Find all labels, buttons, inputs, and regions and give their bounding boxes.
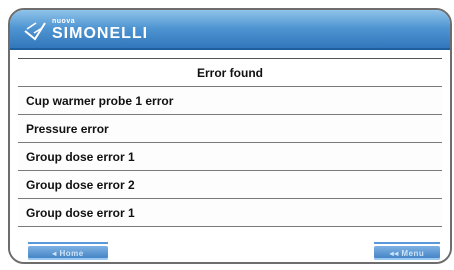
brand-logo: nuova SIMONELLI xyxy=(22,14,148,46)
screen-frame: nuova SIMONELLI Error found Cup warmer p… xyxy=(8,8,452,264)
brand-name: SIMONELLI xyxy=(52,25,149,42)
panel-title: Error found xyxy=(18,59,442,87)
footer-bar: ◂ Home ◂◂ Menu xyxy=(10,236,450,262)
error-panel: Error found Cup warmer probe 1 error Pre… xyxy=(18,58,442,242)
right-button-highlight xyxy=(374,242,440,244)
error-list-item[interactable]: Group dose error 1 xyxy=(18,143,442,171)
header-bar: nuova SIMONELLI xyxy=(10,10,450,50)
left-button-highlight xyxy=(28,242,108,244)
brand-text: nuova SIMONELLI xyxy=(52,18,148,42)
coffee-cup-logo-icon xyxy=(24,22,46,41)
error-list-item[interactable]: Group dose error 2 xyxy=(18,171,442,199)
home-button[interactable]: ◂ Home xyxy=(28,246,108,260)
brand-small-text: nuova xyxy=(52,18,76,25)
menu-button[interactable]: ◂◂ Menu xyxy=(374,246,440,260)
error-list-item[interactable]: Pressure error xyxy=(18,115,442,143)
machine-display: nuova SIMONELLI Error found Cup warmer p… xyxy=(0,0,454,270)
error-list-item[interactable]: Group dose error 1 xyxy=(18,199,442,227)
error-list-item[interactable]: Cup warmer probe 1 error xyxy=(18,87,442,115)
